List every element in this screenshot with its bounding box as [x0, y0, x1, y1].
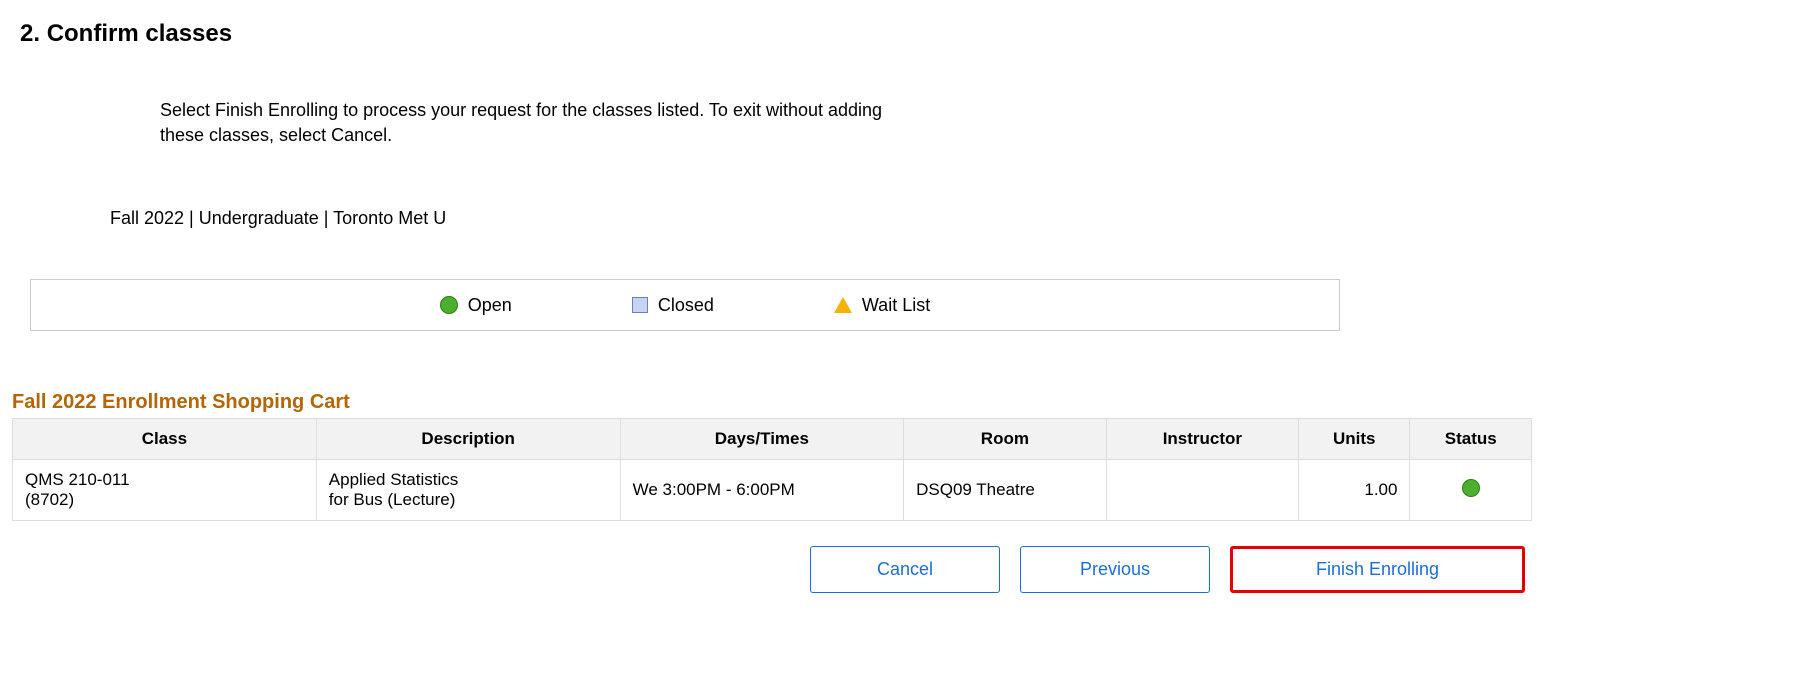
status-legend: Open Closed Wait List	[30, 279, 1340, 331]
cart-title: Fall 2022 Enrollment Shopping Cart	[12, 391, 1790, 414]
waitlist-icon	[834, 297, 852, 313]
legend-label: Open	[468, 295, 512, 316]
legend-label: Closed	[658, 295, 714, 316]
context-line: Fall 2022 | Undergraduate | Toronto Met …	[110, 208, 1790, 229]
instructions-text: Select Finish Enrolling to process your …	[160, 98, 890, 148]
table-header-row: Class Description Days/Times Room Instru…	[13, 419, 1532, 460]
button-row: Cancel Previous Finish Enrolling	[810, 546, 1790, 593]
cancel-button[interactable]: Cancel	[810, 546, 1000, 593]
open-icon	[1462, 479, 1480, 497]
step-number: 2.	[20, 20, 40, 47]
cell-instructor	[1106, 460, 1298, 521]
legend-closed: Closed	[632, 295, 714, 316]
cell-class: QMS 210-011 (8702)	[13, 460, 317, 521]
col-header-status: Status	[1410, 419, 1532, 460]
desc-line: for Bus (Lecture)	[329, 490, 608, 510]
col-header-instructor: Instructor	[1106, 419, 1298, 460]
page-heading: 2. Confirm classes	[20, 20, 1790, 48]
legend-label: Wait List	[862, 295, 930, 316]
open-icon	[440, 296, 458, 314]
class-code: QMS 210-011	[25, 470, 304, 490]
cell-daytimes: We 3:00PM - 6:00PM	[620, 460, 904, 521]
col-header-daytimes: Days/Times	[620, 419, 904, 460]
legend-open: Open	[440, 295, 512, 316]
cell-status	[1410, 460, 1532, 521]
col-header-room: Room	[904, 419, 1107, 460]
class-number: (8702)	[25, 490, 304, 510]
previous-button[interactable]: Previous	[1020, 546, 1210, 593]
step-title: Confirm classes	[47, 20, 232, 47]
col-header-description: Description	[316, 419, 620, 460]
cell-description: Applied Statistics for Bus (Lecture)	[316, 460, 620, 521]
col-header-class: Class	[13, 419, 317, 460]
closed-icon	[632, 297, 648, 313]
col-header-units: Units	[1299, 419, 1410, 460]
desc-line: Applied Statistics	[329, 470, 608, 490]
table-row: QMS 210-011 (8702) Applied Statistics fo…	[13, 460, 1532, 521]
finish-enrolling-button[interactable]: Finish Enrolling	[1230, 546, 1525, 593]
legend-waitlist: Wait List	[834, 295, 930, 316]
cell-room: DSQ09 Theatre	[904, 460, 1107, 521]
enrollment-cart-table: Class Description Days/Times Room Instru…	[12, 418, 1532, 521]
cell-units: 1.00	[1299, 460, 1410, 521]
